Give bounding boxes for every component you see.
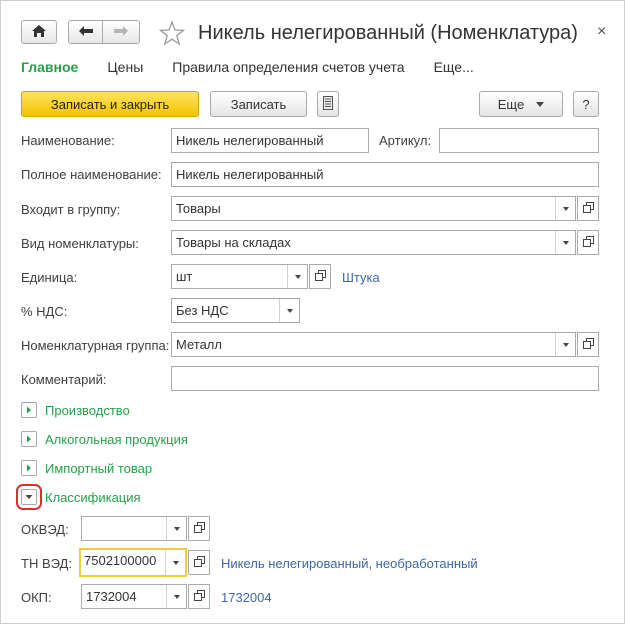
open-window-icon: [582, 337, 594, 352]
kind-select[interactable]: Товары на складах: [171, 230, 576, 255]
help-button[interactable]: ?: [573, 91, 599, 117]
kind-value: Товары на складах: [176, 235, 291, 250]
close-icon[interactable]: ×: [597, 23, 606, 41]
more-menu-label: Еще: [497, 96, 525, 112]
arrow-right-icon: [113, 25, 129, 40]
group-label: Входит в группу:: [21, 202, 121, 217]
section-classification-label: Классификация: [45, 489, 141, 505]
dropdown-arrow-icon[interactable]: [166, 585, 186, 608]
comment-label: Комментарий:: [21, 372, 107, 387]
tab-bar: Главное Цены Правила определения счетов …: [21, 59, 503, 75]
section-classification[interactable]: Классификация: [16, 484, 141, 510]
okp-label: ОКП:: [21, 590, 52, 605]
back-button[interactable]: [68, 20, 103, 44]
open-okp-button[interactable]: [188, 584, 210, 609]
more-menu-button[interactable]: Еще: [479, 91, 563, 117]
open-window-icon: [582, 235, 594, 250]
section-import-label: Импортный товар: [45, 460, 153, 476]
name-label: Наименование:: [21, 133, 115, 148]
okved-select[interactable]: [81, 516, 187, 541]
expand-icon: [21, 431, 37, 447]
document-list-icon: [323, 95, 333, 113]
expand-icon: [21, 402, 37, 418]
open-window-icon: [193, 555, 205, 570]
vat-value: Без НДС: [176, 303, 229, 318]
name-input[interactable]: Никель нелегированный: [171, 128, 369, 153]
tnved-select[interactable]: 7502100000: [79, 548, 187, 577]
tab-prices[interactable]: Цены: [107, 59, 143, 75]
dropdown-arrow-icon[interactable]: [165, 550, 185, 575]
kind-label: Вид номенклатуры:: [21, 236, 139, 251]
dropdown-arrow-icon[interactable]: [287, 265, 307, 288]
chevron-down-icon: [536, 101, 545, 107]
tnved-value: 7502100000: [84, 553, 157, 568]
dropdown-arrow-icon[interactable]: [555, 197, 575, 220]
save-and-close-button[interactable]: Записать и закрыть: [21, 91, 199, 117]
save-button[interactable]: Записать: [210, 91, 307, 117]
nomgroup-value: Металл: [176, 337, 222, 352]
nomgroup-select[interactable]: Металл: [171, 332, 576, 357]
window-title: Никель нелегированный (Номенклатура): [198, 22, 578, 44]
group-select[interactable]: Товары: [171, 196, 576, 221]
fullname-label: Полное наименование:: [21, 167, 162, 182]
dropdown-arrow-icon[interactable]: [279, 299, 299, 322]
dropdown-arrow-icon[interactable]: [555, 333, 575, 356]
section-production[interactable]: Производство: [21, 402, 130, 418]
unit-link[interactable]: Штука: [342, 270, 380, 285]
open-window-icon: [193, 521, 205, 536]
group-value: Товары: [176, 201, 221, 216]
article-input[interactable]: [439, 128, 599, 153]
fullname-input[interactable]: Никель нелегированный: [171, 162, 599, 187]
section-alcohol-label: Алкогольная продукция: [45, 431, 188, 447]
okp-value: 1732004: [86, 589, 137, 604]
favorite-star-icon[interactable]: [158, 20, 186, 49]
open-tnved-button[interactable]: [188, 550, 210, 575]
nomgroup-label: Номенклатурная группа:: [21, 338, 170, 353]
open-window-icon: [193, 589, 205, 604]
article-label: Артикул:: [379, 133, 432, 148]
arrow-left-icon: [78, 25, 94, 40]
open-window-icon: [314, 269, 326, 284]
comment-input[interactable]: [171, 366, 599, 391]
section-production-label: Производство: [45, 402, 130, 418]
dropdown-arrow-icon[interactable]: [166, 517, 186, 540]
open-window-icon: [582, 201, 594, 216]
okp-link[interactable]: 1732004: [221, 590, 272, 605]
unit-value: шт: [176, 269, 193, 284]
unit-select[interactable]: шт: [171, 264, 308, 289]
tab-account-rules[interactable]: Правила определения счетов учета: [172, 59, 404, 75]
tab-more[interactable]: Еще...: [434, 59, 474, 75]
collapse-icon: [16, 484, 42, 510]
expand-icon: [21, 460, 37, 476]
unit-label: Единица:: [21, 270, 78, 285]
section-import[interactable]: Импортный товар: [21, 460, 152, 476]
open-group-button[interactable]: [577, 196, 599, 221]
form-window: Никель нелегированный (Номенклатура) × Г…: [0, 0, 625, 624]
tnved-label: ТН ВЭД:: [21, 556, 72, 571]
forward-button[interactable]: [102, 20, 140, 44]
vat-label: % НДС:: [21, 304, 68, 319]
dropdown-arrow-icon[interactable]: [555, 231, 575, 254]
home-icon: [31, 24, 47, 41]
open-kind-button[interactable]: [577, 230, 599, 255]
home-button[interactable]: [21, 20, 57, 44]
tnved-link[interactable]: Никель нелегированный, необработанный: [221, 556, 478, 571]
okved-label: ОКВЭД:: [21, 522, 69, 537]
report-button[interactable]: [317, 91, 339, 117]
open-unit-button[interactable]: [309, 264, 331, 289]
open-okved-button[interactable]: [188, 516, 210, 541]
open-nomgroup-button[interactable]: [577, 332, 599, 357]
vat-select[interactable]: Без НДС: [171, 298, 300, 323]
okp-select[interactable]: 1732004: [81, 584, 187, 609]
section-alcohol[interactable]: Алкогольная продукция: [21, 431, 188, 447]
tab-main[interactable]: Главное: [21, 59, 78, 75]
